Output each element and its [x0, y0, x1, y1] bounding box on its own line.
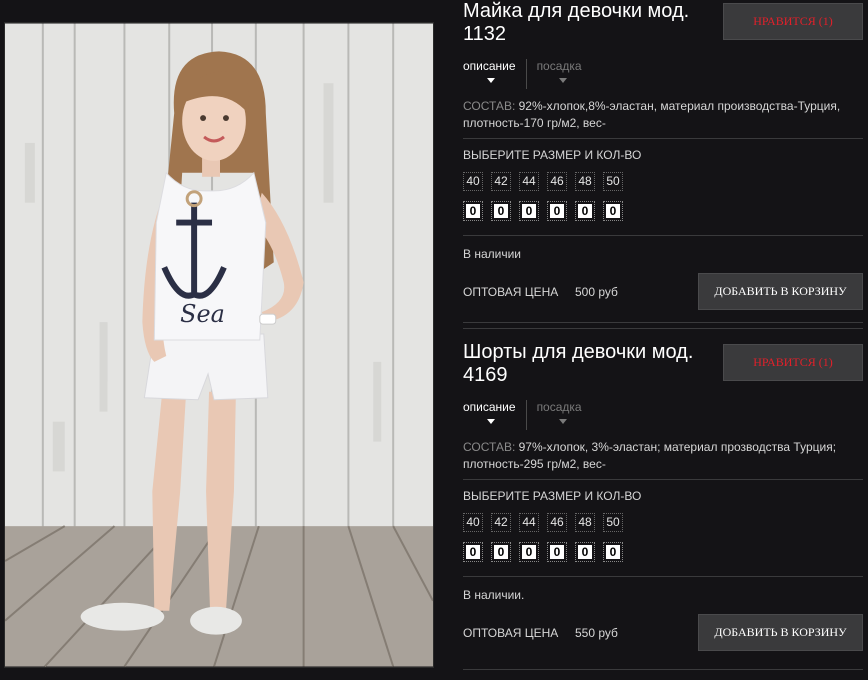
like-button[interactable]: НРАВИТСЯ (1)	[723, 344, 863, 381]
product-tabs: описание посадка	[463, 59, 592, 89]
composition-text: 97%-хлопок, 3%-эластан; материал прозвод…	[463, 440, 837, 471]
tab-label: посадка	[536, 400, 582, 414]
tab-description[interactable]: описание	[463, 59, 526, 89]
quantity-value: 0	[606, 204, 620, 218]
divider	[463, 479, 863, 480]
quantity-input[interactable]: 0	[519, 542, 539, 562]
caret-down-icon	[487, 419, 495, 424]
quantity-value: 0	[466, 204, 480, 218]
price-label: ОПТОВАЯ ЦЕНА	[463, 285, 559, 299]
sizes-label: ВЫБЕРИТЕ РАЗМЕР И КОЛ-ВО	[463, 489, 642, 503]
tab-description[interactable]: описание	[463, 400, 526, 430]
product-description: СОСТАВ: 97%-хлопок, 3%-эластан; материал…	[463, 439, 855, 473]
size-option[interactable]: 50	[603, 513, 623, 532]
caret-down-icon	[558, 78, 567, 83]
shirt-print-text: Sea	[180, 300, 225, 328]
quantity-list: 0 0 0 0 0 0	[463, 201, 631, 221]
tab-label: описание	[463, 59, 516, 73]
size-option[interactable]: 40	[463, 172, 483, 191]
quantity-value: 0	[606, 545, 620, 559]
divider	[463, 235, 863, 236]
product-title[interactable]: Шорты для девочки мод. 4169	[463, 341, 713, 387]
quantity-input[interactable]: 0	[519, 201, 539, 221]
quantity-value: 0	[550, 204, 564, 218]
product-tabs: описание посадка	[463, 400, 592, 430]
price-value: 500 руб	[575, 285, 618, 299]
quantity-value: 0	[578, 204, 592, 218]
size-list: 40 42 44 46 48 50	[463, 172, 631, 191]
divider	[463, 669, 863, 670]
size-option[interactable]: 42	[491, 172, 511, 191]
quantity-value: 0	[550, 545, 564, 559]
quantity-value: 0	[522, 204, 536, 218]
tab-label: описание	[463, 400, 516, 414]
quantity-input[interactable]: 0	[575, 542, 595, 562]
quantity-value: 0	[522, 545, 536, 559]
quantity-input[interactable]: 0	[547, 201, 567, 221]
quantity-input[interactable]: 0	[491, 542, 511, 562]
size-option[interactable]: 44	[519, 172, 539, 191]
tab-fit[interactable]: посадка	[525, 59, 592, 89]
caret-down-icon	[487, 78, 495, 83]
quantity-value: 0	[494, 545, 508, 559]
price-label: ОПТОВАЯ ЦЕНА	[463, 626, 559, 640]
composition-label: СОСТАВ:	[463, 440, 516, 454]
add-to-cart-button[interactable]: ДОБАВИТЬ В КОРЗИНУ	[698, 614, 863, 651]
size-option[interactable]: 44	[519, 513, 539, 532]
caret-down-icon	[558, 419, 567, 424]
quantity-input[interactable]: 0	[575, 201, 595, 221]
quantity-input[interactable]: 0	[603, 542, 623, 562]
quantity-input[interactable]: 0	[463, 201, 483, 221]
add-to-cart-button[interactable]: ДОБАВИТЬ В КОРЗИНУ	[698, 273, 863, 310]
size-list: 40 42 44 46 48 50	[463, 513, 631, 532]
stock-status: В наличии	[463, 247, 522, 261]
quantity-value: 0	[466, 545, 480, 559]
size-option[interactable]: 42	[491, 513, 511, 532]
size-option[interactable]: 50	[603, 172, 623, 191]
quantity-input[interactable]: 0	[547, 542, 567, 562]
tab-label: посадка	[536, 59, 582, 73]
product-photo[interactable]: Sea	[4, 22, 434, 668]
divider	[463, 138, 863, 139]
size-option[interactable]: 46	[547, 172, 567, 191]
size-option[interactable]: 48	[575, 172, 595, 191]
girl-in-sea-tank-top-image: Sea	[5, 23, 433, 667]
size-option[interactable]: 46	[547, 513, 567, 532]
stock-status: В наличии.	[463, 588, 525, 602]
size-option[interactable]: 48	[575, 513, 595, 532]
sizes-label: ВЫБЕРИТЕ РАЗМЕР И КОЛ-ВО	[463, 148, 642, 162]
price-value: 550 руб	[575, 626, 618, 640]
quantity-value: 0	[578, 545, 592, 559]
divider	[463, 322, 863, 323]
tab-fit[interactable]: посадка	[525, 400, 592, 430]
divider	[463, 576, 863, 577]
composition-text: 92%-хлопок,8%-эластан, материал производ…	[463, 99, 841, 130]
quantity-input[interactable]: 0	[491, 201, 511, 221]
product-title[interactable]: Майка для девочки мод. 1132	[463, 0, 713, 46]
like-button[interactable]: НРАВИТСЯ (1)	[723, 3, 863, 40]
quantity-input[interactable]: 0	[603, 201, 623, 221]
quantity-value: 0	[494, 204, 508, 218]
quantity-input[interactable]: 0	[463, 542, 483, 562]
quantity-list: 0 0 0 0 0 0	[463, 542, 631, 562]
size-option[interactable]: 40	[463, 513, 483, 532]
composition-label: СОСТАВ:	[463, 99, 516, 113]
product-description: СОСТАВ: 92%-хлопок,8%-эластан, материал …	[463, 98, 855, 132]
divider	[463, 328, 863, 329]
